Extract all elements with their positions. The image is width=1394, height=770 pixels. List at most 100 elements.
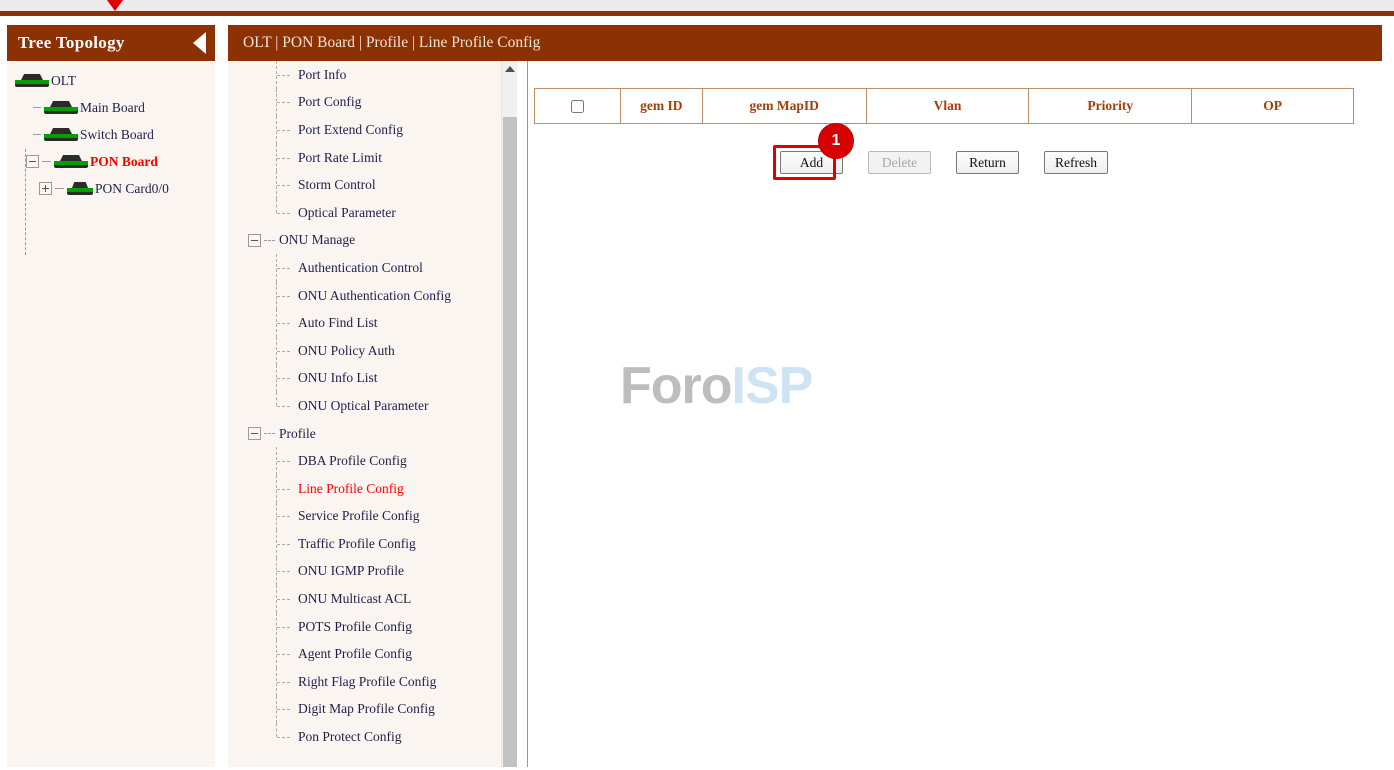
menu-item-digit-map-profile-config[interactable]: Digit Map Profile Config [228,696,517,724]
menu-item-port-config[interactable]: Port Config [228,89,517,117]
menu-item-profile[interactable]: Profile [228,420,517,448]
menu-branch-dash [264,433,275,434]
menu-item-label: POTS Profile Config [298,619,412,635]
menu-item-service-profile-config[interactable]: Service Profile Config [228,503,517,531]
menu-tree-connector [276,668,292,696]
table-header-priority: Priority [1029,89,1192,124]
menu-tree-connector [276,447,292,475]
menu-item-onu-policy-auth[interactable]: ONU Policy Auth [228,337,517,365]
tree-branch-dash [55,188,64,189]
menu-item-label: DBA Profile Config [298,453,407,469]
menu-item-pon-protect-config[interactable]: Pon Protect Config [228,723,517,751]
menu-item-label: Agent Profile Config [298,646,412,662]
table-header-gem-mapid: gem MapID [702,89,866,124]
navigation-menu-panel: Port InfoPort ConfigPort Extend ConfigPo… [228,61,517,767]
menu-tree-connector [276,503,292,531]
table-header-op: OP [1192,89,1354,124]
scroll-up-arrow-icon[interactable] [502,61,518,77]
menu-item-label: Profile [279,426,316,442]
menu-tree-connector [276,613,292,641]
menu-tree-connector [276,337,292,365]
add-button-wrapper: Add 1 [780,151,843,174]
menu-item-port-rate-limit[interactable]: Port Rate Limit [228,144,517,172]
select-all-checkbox[interactable] [571,100,584,113]
menu-item-dba-profile-config[interactable]: DBA Profile Config [228,447,517,475]
menu-item-label: Service Profile Config [298,508,419,524]
action-button-row: Add 1 Delete Return Refresh [534,151,1354,174]
tree-node-olt[interactable]: OLT [7,67,215,94]
tree-node-switch-board[interactable]: Switch Board [7,121,215,148]
menu-item-onu-authentication-config[interactable]: ONU Authentication Config [228,282,517,310]
menu-item-agent-profile-config[interactable]: Agent Profile Config [228,640,517,668]
menu-tree-connector [276,392,292,420]
menu-item-authentication-control[interactable]: Authentication Control [228,254,517,282]
menu-item-label: Auto Find List [298,315,378,331]
menu-tree-connector [276,696,292,724]
tree-branch-dash [33,134,41,135]
menu-item-label: Optical Parameter [298,205,396,221]
content-inner: ForoISP gem ID gem MapID Vlan Priority [528,61,1382,767]
top-brown-rule [0,11,1394,16]
menu-item-onu-igmp-profile[interactable]: ONU IGMP Profile [228,558,517,586]
top-strip [0,0,1394,11]
menu-item-storm-control[interactable]: Storm Control [228,171,517,199]
menu-item-label: ONU Manage [279,232,355,248]
tree-node-pon-card[interactable]: PON Card0/0 [7,175,215,202]
menu-item-traffic-profile-config[interactable]: Traffic Profile Config [228,530,517,558]
tree-node-label: Main Board [80,100,145,116]
delete-button[interactable]: Delete [868,151,931,174]
menu-item-onu-manage[interactable]: ONU Manage [228,227,517,255]
menu-item-label: ONU Authentication Config [298,288,451,304]
tree-expand-plus-icon[interactable] [39,182,52,195]
watermark-text-primary: Foro [620,357,732,415]
menu-item-label: ONU Optical Parameter [298,398,428,414]
menu-item-onu-info-list[interactable]: ONU Info List [228,365,517,393]
menu-item-label: ONU Info List [298,370,378,386]
scrollbar-thumb[interactable] [503,117,517,767]
menu-scrollbar[interactable] [501,61,517,767]
collapse-left-icon[interactable] [193,32,206,54]
menu-branch-dash [264,240,275,241]
tree-node-label: OLT [51,73,76,89]
menu-item-label: Right Flag Profile Config [298,674,436,690]
menu-item-auto-find-list[interactable]: Auto Find List [228,309,517,337]
menu-item-label: ONU Policy Auth [298,343,395,359]
device-icon [15,74,49,87]
step-badge: 1 [818,123,854,159]
breadcrumb-text: OLT | PON Board | Profile | Line Profile… [243,34,540,52]
content-panel: ForoISP gem ID gem MapID Vlan Priority [527,61,1382,767]
menu-item-optical-parameter[interactable]: Optical Parameter [228,199,517,227]
menu-item-label: Line Profile Config [298,481,404,497]
table-header-row: gem ID gem MapID Vlan Priority OP [535,89,1354,124]
table-header-gem-id: gem ID [620,89,702,124]
menu-item-label: Storm Control [298,177,376,193]
menu-collapse-minus-icon[interactable] [248,427,261,440]
menu-item-right-flag-profile-config[interactable]: Right Flag Profile Config [228,668,517,696]
menu-item-label: Pon Protect Config [298,729,402,745]
tree-topology-panel: Tree Topology OLT Main Board Switc [7,25,215,767]
tree-node-label: PON Card0/0 [95,181,169,197]
menu-tree-connector [276,723,292,751]
menu-item-onu-optical-parameter[interactable]: ONU Optical Parameter [228,392,517,420]
menu-collapse-minus-icon[interactable] [248,234,261,247]
tree-node-label: Switch Board [80,127,154,143]
refresh-button[interactable]: Refresh [1044,151,1108,174]
menu-tree-connector [276,61,292,89]
menu-item-port-extend-config[interactable]: Port Extend Config [228,116,517,144]
tree-collapse-minus-icon[interactable] [26,155,39,168]
tree-topology-title: Tree Topology [18,33,125,53]
tree-node-pon-board[interactable]: PON Board [7,148,215,175]
menu-item-port-info[interactable]: Port Info [228,61,517,89]
menu-tree-connector [276,558,292,586]
navigation-menu-list: Port InfoPort ConfigPort Extend ConfigPo… [228,61,517,751]
menu-item-label: ONU Multicast ACL [298,591,411,607]
tree-node-main-board[interactable]: Main Board [7,94,215,121]
board-icon [44,128,78,141]
menu-item-pots-profile-config[interactable]: POTS Profile Config [228,613,517,641]
menu-tree-connector [276,254,292,282]
return-button[interactable]: Return [956,151,1019,174]
menu-item-line-profile-config[interactable]: Line Profile Config [228,475,517,503]
menu-tree-connector [276,365,292,393]
menu-item-onu-multicast-acl[interactable]: ONU Multicast ACL [228,585,517,613]
menu-tree-connector [276,640,292,668]
